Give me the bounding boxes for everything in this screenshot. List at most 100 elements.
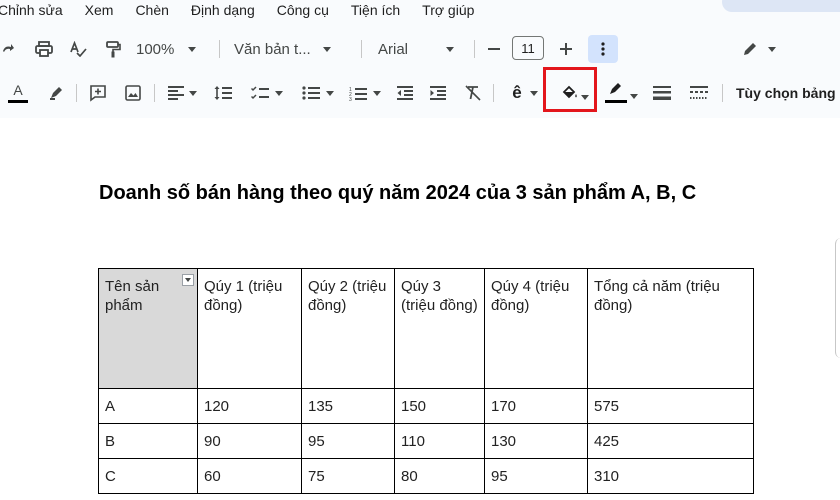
image-icon bbox=[125, 85, 141, 101]
table-cell[interactable]: 110 bbox=[394, 423, 485, 459]
vietnamese-input-icon: ê bbox=[512, 83, 522, 102]
column-dropdown-button[interactable] bbox=[182, 274, 194, 286]
checklist-icon bbox=[251, 86, 269, 100]
zoom-dropdown[interactable]: 100% bbox=[136, 35, 210, 63]
border-color-button[interactable] bbox=[602, 79, 640, 107]
menu-edit[interactable]: Chỉnh sửa bbox=[0, 2, 63, 18]
paint-format-button[interactable] bbox=[101, 35, 125, 63]
menu-format[interactable]: Định dạng bbox=[191, 2, 255, 18]
chevron-down-icon bbox=[629, 93, 638, 99]
table-options-button[interactable]: Tùy chọn bảng bbox=[736, 79, 840, 107]
menu-tools[interactable]: Công cụ bbox=[277, 2, 329, 18]
table-header-cell[interactable]: Tổng cả năm (triệu đồng) bbox=[587, 268, 754, 389]
paint-format-icon bbox=[106, 40, 121, 57]
text-color-button[interactable]: A bbox=[6, 79, 30, 107]
border-color-icon bbox=[604, 82, 627, 104]
font-dropdown[interactable]: Arial bbox=[378, 35, 466, 63]
divider bbox=[76, 84, 77, 102]
editing-mode-button[interactable] bbox=[734, 35, 784, 63]
increase-indent-button[interactable] bbox=[426, 79, 450, 107]
header-q3: Qúy 3 (triệu đồng) bbox=[401, 278, 478, 314]
menu-extensions[interactable]: Tiện ích bbox=[351, 2, 400, 18]
table-cell[interactable]: 95 bbox=[301, 423, 395, 459]
table-header-cell[interactable]: Qúy 2 (triệu đồng) bbox=[301, 268, 395, 389]
table-cell[interactable]: C bbox=[98, 458, 198, 494]
table-cell[interactable]: 130 bbox=[484, 423, 588, 459]
table-header-cell[interactable]: Qúy 1 (triệu đồng) bbox=[197, 268, 302, 389]
chevron-down-icon bbox=[185, 278, 191, 282]
highlight-annotation-box bbox=[543, 67, 597, 112]
insert-image-button[interactable] bbox=[121, 79, 145, 107]
table-cell[interactable]: 75 bbox=[301, 458, 395, 494]
table-row: B 90 95 110 130 425 bbox=[98, 423, 754, 459]
font-size-input[interactable]: 11 bbox=[512, 36, 544, 60]
table-cell[interactable]: B bbox=[98, 423, 198, 459]
header-q1: Qúy 1 (triệu đồng) bbox=[204, 278, 283, 314]
header-total: Tổng cả năm (triệu đồng) bbox=[594, 278, 720, 314]
chevron-down-icon bbox=[188, 90, 197, 96]
table-header-cell[interactable]: Tên sản phẩm bbox=[98, 268, 198, 389]
menu-view[interactable]: Xem bbox=[85, 2, 114, 18]
divider bbox=[219, 40, 220, 58]
divider bbox=[722, 84, 723, 102]
table-cell[interactable]: 80 bbox=[394, 458, 485, 494]
decrease-font-size-button[interactable] bbox=[484, 35, 504, 63]
border-dash-button[interactable] bbox=[687, 79, 711, 107]
bulleted-list-dropdown[interactable] bbox=[297, 79, 339, 107]
chevron-down-icon bbox=[322, 46, 331, 52]
insert-comment-button[interactable] bbox=[86, 79, 110, 107]
clear-formatting-button[interactable] bbox=[461, 79, 485, 107]
toolbar-row-1: 100% Văn bản t... Arial 11 bbox=[0, 32, 840, 66]
table-cell[interactable]: 90 bbox=[197, 423, 302, 459]
share-area[interactable] bbox=[722, 0, 840, 12]
document-heading: Doanh số bán hàng theo quý năm 2024 của … bbox=[99, 182, 697, 204]
border-dash-icon bbox=[690, 86, 708, 99]
table-cell[interactable]: 120 bbox=[197, 388, 302, 424]
sales-table: Tên sản phẩm Qúy 1 (triệu đồng) Qúy 2 (t… bbox=[98, 268, 754, 494]
align-dropdown[interactable] bbox=[163, 79, 201, 107]
plus-icon bbox=[560, 43, 572, 55]
divider bbox=[154, 84, 155, 102]
zoom-value: 100% bbox=[136, 40, 175, 58]
table-header-cell[interactable]: Qúy 4 (triệu đồng) bbox=[484, 268, 588, 389]
table-cell[interactable]: A bbox=[98, 388, 198, 424]
numbered-list-dropdown[interactable]: 123 bbox=[344, 79, 386, 107]
table-cell[interactable]: 95 bbox=[484, 458, 588, 494]
minus-icon bbox=[488, 48, 500, 50]
divider bbox=[474, 40, 475, 58]
checklist-dropdown[interactable] bbox=[246, 79, 288, 107]
border-width-icon bbox=[653, 86, 671, 100]
table-cell[interactable]: 425 bbox=[587, 423, 754, 459]
spellcheck-button[interactable] bbox=[66, 35, 90, 63]
table-cell[interactable]: 310 bbox=[587, 458, 754, 494]
highlight-color-button[interactable] bbox=[44, 79, 68, 107]
table-cell[interactable]: 150 bbox=[394, 388, 485, 424]
chevron-down-icon bbox=[446, 46, 455, 52]
menu-help[interactable]: Trợ giúp bbox=[422, 2, 474, 18]
table-cell[interactable]: 575 bbox=[587, 388, 754, 424]
input-tools-dropdown[interactable]: ê bbox=[505, 79, 545, 107]
table-cell[interactable]: 135 bbox=[301, 388, 395, 424]
table-options-label: Tùy chọn bảng bbox=[736, 85, 836, 101]
style-value: Văn bản t... bbox=[234, 40, 311, 58]
chevron-down-icon bbox=[326, 90, 334, 96]
decrease-indent-icon bbox=[397, 86, 413, 100]
redo-button[interactable] bbox=[0, 35, 18, 63]
toolbar-row-2: A 123 ê Tùy chọn bảng bbox=[0, 76, 840, 110]
style-dropdown[interactable]: Văn bản t... bbox=[234, 35, 350, 63]
table-header-cell[interactable]: Qúy 3 (triệu đồng) bbox=[394, 268, 485, 389]
table-header-row: Tên sản phẩm Qúy 1 (triệu đồng) Qúy 2 (t… bbox=[98, 268, 754, 389]
text-color-swatch bbox=[8, 100, 28, 103]
border-width-button[interactable] bbox=[650, 79, 674, 107]
table-cell[interactable]: 60 bbox=[197, 458, 302, 494]
header-q2: Qúy 2 (triệu đồng) bbox=[308, 278, 387, 314]
chevron-down-icon bbox=[373, 90, 381, 96]
redo-icon bbox=[3, 44, 14, 52]
increase-font-size-button[interactable] bbox=[556, 35, 576, 63]
menu-insert[interactable]: Chèn bbox=[135, 2, 168, 18]
decrease-indent-button[interactable] bbox=[393, 79, 417, 107]
print-button[interactable] bbox=[32, 35, 56, 63]
table-cell[interactable]: 170 bbox=[484, 388, 588, 424]
more-options-button[interactable] bbox=[588, 35, 618, 63]
line-spacing-button[interactable] bbox=[210, 79, 236, 107]
